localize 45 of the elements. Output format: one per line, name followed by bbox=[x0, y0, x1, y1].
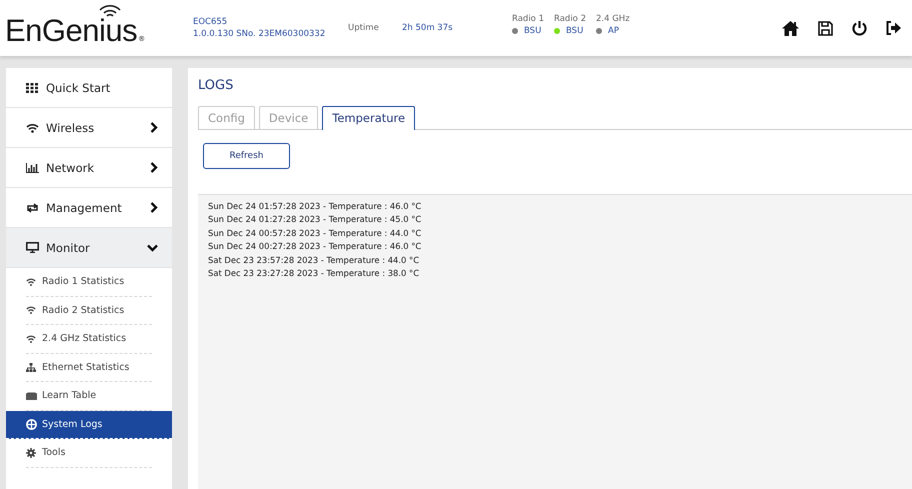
grid-icon bbox=[26, 82, 38, 92]
log-line: Sun Dec 24 01:27:28 2023 - Temperature : 45.0 °C bbox=[208, 213, 422, 226]
submenu-item[interactable]: 2.4 GHz Statistics bbox=[26, 325, 152, 354]
monitor-icon bbox=[26, 242, 39, 253]
wifi-icon bbox=[26, 334, 36, 343]
log-line: Sun Dec 24 01:57:28 2023 - Temperature : 46.0 °C bbox=[208, 200, 422, 213]
globe-icon bbox=[26, 418, 37, 430]
menu-item[interactable]: Wireless bbox=[6, 108, 172, 148]
submenu-item[interactable]: Tools bbox=[26, 439, 152, 468]
radio-mode: BSU bbox=[566, 25, 584, 37]
logo[interactable]: EnGenius bbox=[5, 13, 138, 49]
radio-label: 2.4 GHz bbox=[596, 13, 630, 25]
radio-label: Radio 2 bbox=[554, 13, 586, 25]
submenu-item[interactable]: System Logs bbox=[6, 410, 172, 439]
log-line: Sat Dec 23 23:57:28 2023 - Temperature : 44.0 °C bbox=[208, 254, 420, 267]
uptime-label: Uptime bbox=[348, 23, 380, 33]
wifi-icon bbox=[26, 122, 39, 132]
gear-icon bbox=[26, 448, 36, 458]
radio-label: Radio 1 bbox=[512, 13, 544, 25]
bar-chart-icon bbox=[26, 162, 39, 172]
refresh-button[interactable]: Refresh bbox=[203, 143, 290, 169]
tab[interactable]: Temperature bbox=[322, 106, 416, 130]
radio-mode: BSU bbox=[524, 25, 542, 37]
page-title: LOGS bbox=[198, 78, 234, 95]
network-icon bbox=[26, 362, 36, 372]
submenu-item[interactable]: Radio 1 Statistics bbox=[26, 268, 152, 296]
arrows-icon bbox=[26, 202, 39, 212]
logout-icon[interactable] bbox=[886, 21, 901, 35]
submenu-item[interactable]: Radio 2 Statistics bbox=[26, 296, 152, 325]
firmware-version: 1.0.0.130 SNo. 23EM60300332 bbox=[193, 28, 326, 40]
device-model: EOC655 bbox=[193, 16, 228, 28]
power-icon[interactable] bbox=[852, 20, 867, 36]
wifi-icon bbox=[26, 278, 36, 286]
uptime-value: 2h 50m 37s bbox=[402, 23, 454, 33]
log-line: Sun Dec 24 00:27:28 2023 - Temperature : 46.0 °C bbox=[208, 240, 422, 254]
submenu-item[interactable]: Ethernet Statistics bbox=[26, 354, 152, 382]
menu-item[interactable]: Network bbox=[6, 148, 172, 188]
home-icon[interactable] bbox=[782, 20, 799, 36]
menu-item[interactable]: Quick Start bbox=[6, 68, 172, 108]
wifi-icon bbox=[97, 3, 123, 17]
radio-mode: AP bbox=[608, 25, 619, 37]
wifi-icon bbox=[26, 306, 36, 314]
log-line: Sat Dec 23 23:27:28 2023 - Temperature : 38.0 °C bbox=[208, 267, 420, 280]
save-icon[interactable] bbox=[818, 20, 833, 36]
log-line: Sun Dec 24 00:57:28 2023 - Temperature : 44.0 °C bbox=[208, 226, 422, 240]
